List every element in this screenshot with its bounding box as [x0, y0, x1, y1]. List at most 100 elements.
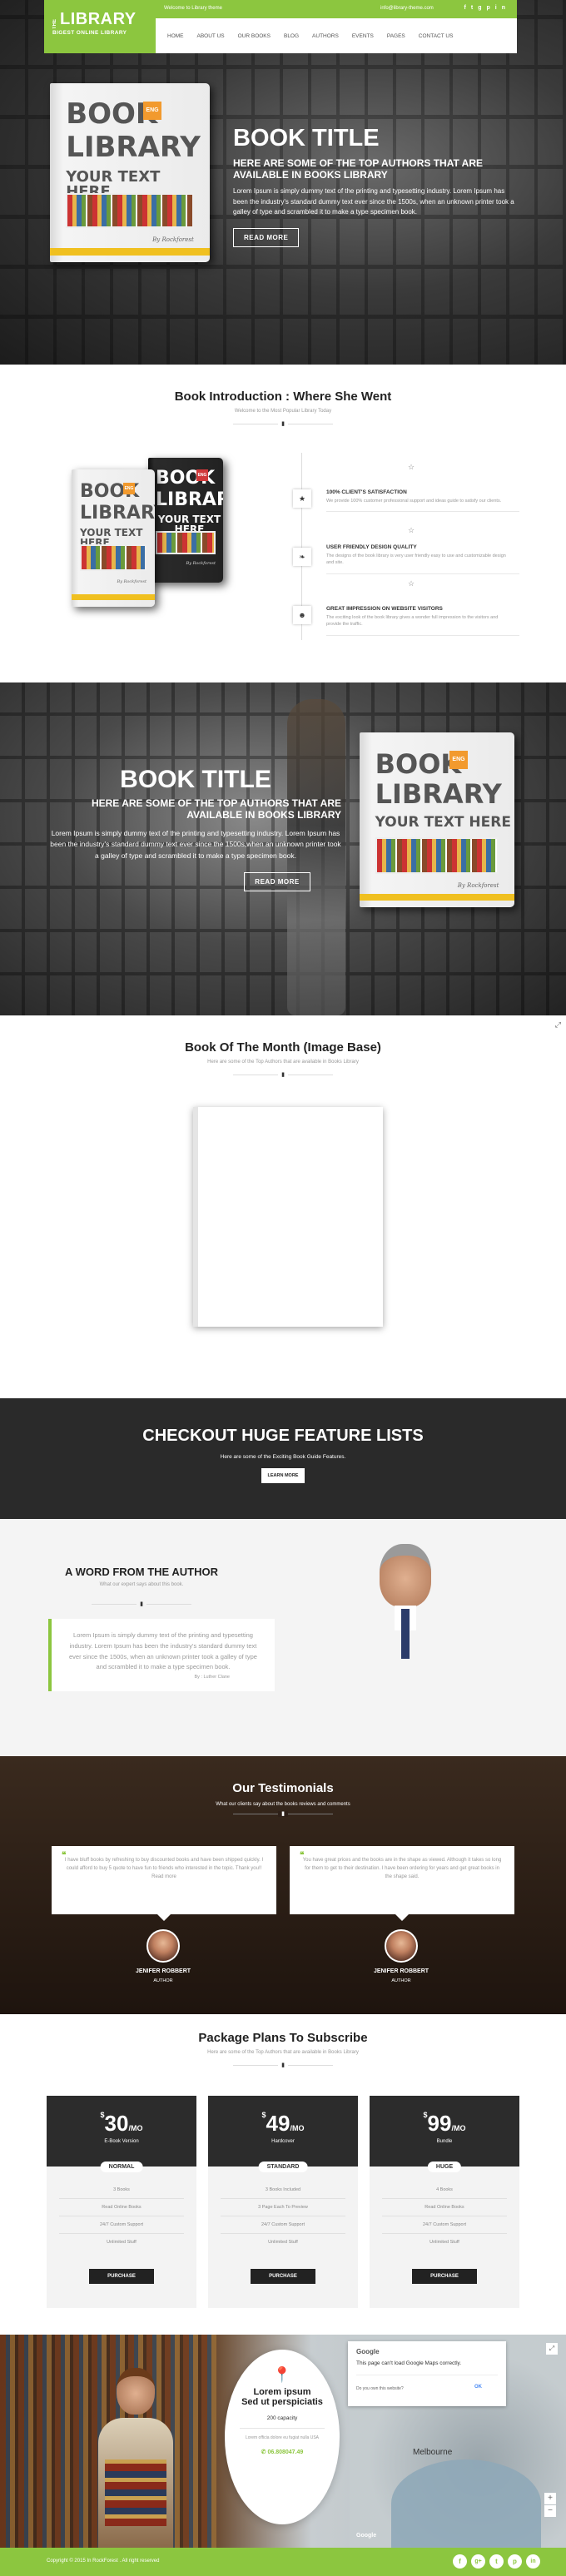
plan-feature: 3 Books [59, 2181, 184, 2199]
nav-home[interactable]: HOME [161, 33, 191, 39]
hero-section: THE LIBRARY BIGEST ONLINE LIBRARY Welcom… [0, 0, 566, 365]
hero2-title: BOOK TITLE [120, 766, 271, 793]
hero-read-more-button[interactable]: READ MORE [233, 228, 300, 248]
intro-book-light: BOOK ENG LIBRARY YOUR TEXT HERE By Rockf… [72, 469, 155, 607]
avatar [146, 1929, 180, 1963]
plans-title: Package Plans To Subscribe [198, 2031, 368, 2045]
book-icon: ▮ [137, 1601, 146, 1607]
month-section: ⤢ Book Of The Month (Image Base) Here ar… [0, 1015, 566, 1398]
logo[interactable]: THE LIBRARY BIGEST ONLINE LIBRARY [44, 0, 156, 53]
nav-blog[interactable]: BLOG [277, 33, 305, 39]
twitter-icon[interactable]: t [489, 2554, 504, 2569]
purchase-button[interactable]: PURCHASE [251, 2269, 315, 2284]
light-book-strip [72, 594, 155, 600]
top-bar: Welcome to Library theme info@library-th… [156, 0, 517, 18]
footer-social: f g+ t p in [453, 2554, 540, 2569]
testimonial-card: ❝ I have bluff books by refreshing to bu… [52, 1846, 276, 1921]
feature-text: We provide 100% customer professional su… [326, 499, 502, 504]
twitter-icon[interactable]: t [471, 5, 478, 11]
hero2-read-more-button[interactable]: READ MORE [244, 871, 310, 891]
plan-amount: 49 [266, 2111, 290, 2136]
learn-more-button[interactable]: LEARN MORE [261, 1468, 305, 1483]
book-word-library: LIBRARY [66, 131, 201, 164]
hero-text: BOOK TITLE HERE ARE SOME OF THE TOP AUTH… [233, 125, 516, 248]
contact-capacity: 200 capacity [266, 2415, 298, 2421]
plan-price: $49/MO [208, 2096, 358, 2137]
linkedin-icon[interactable]: in [495, 5, 510, 11]
hero2-subtitle: HERE ARE SOME OF THE TOP AUTHORS THAT AR… [91, 797, 341, 821]
hero2-text: BOOK TITLE HERE ARE SOME OF THE TOP AUTH… [50, 766, 341, 891]
facebook-icon[interactable]: f [464, 5, 471, 11]
map-fullscreen-icon[interactable]: ⤢ [546, 2343, 558, 2355]
contact-phone[interactable]: ✆ 06.808047.49 [225, 2449, 340, 2455]
author-title: A WORD FROM THE AUTHOR [65, 1566, 218, 1578]
author-subtitle: What our expert says about this book. [99, 1582, 184, 1587]
plan-amount: 99 [427, 2111, 452, 2136]
feature-title: 100% CLIENT'S SATISFACTION [326, 489, 407, 495]
intro-section: Book Introduction : Where She Went Welco… [0, 365, 566, 682]
month-title: Book Of The Month (Image Base) [185, 1040, 381, 1055]
pinterest-icon[interactable]: p [508, 2554, 522, 2569]
testimonial-text: You have great prices and the books are … [302, 1858, 502, 1880]
testimonial-card: ❝ You have great prices and the books ar… [290, 1846, 514, 1921]
logo-the: THE [52, 19, 57, 29]
footer-copyright: Copyright © 2015 In RockForest . All rig… [47, 2559, 160, 2564]
google-plus-icon[interactable]: g+ [471, 2554, 485, 2569]
author-photo [335, 1544, 476, 1756]
plan-amount: 30 [104, 2111, 129, 2136]
book-icon: ▮ [278, 2062, 288, 2068]
email-link[interactable]: info@library-theme.com [380, 6, 434, 11]
hero-title: BOOK TITLE [233, 125, 380, 151]
dark-book-signature: By Rockforest [186, 561, 216, 566]
plan-feature: 24/7 Custom Support [59, 2216, 184, 2234]
book-of-month-image[interactable] [193, 1107, 383, 1327]
plan-tag: HUGE [427, 2162, 462, 2172]
linkedin-icon[interactable]: in [526, 2554, 540, 2569]
month-subtitle: Here are some of the Top Authors that ar… [207, 1060, 359, 1065]
hero-subtitle: HERE ARE SOME OF THE TOP AUTHORS THAT AR… [233, 157, 484, 181]
map-water [391, 2459, 541, 2548]
hero2-book-shelf [375, 837, 499, 874]
social-icons: ftgpin [464, 5, 510, 11]
author-quote: Lorem Ipsum is simply dummy text of the … [69, 1631, 257, 1671]
section-divider: ▮ [233, 2062, 333, 2068]
google-plus-icon[interactable]: g [478, 5, 486, 11]
map-ok-button[interactable]: OK [474, 2385, 482, 2390]
testimonial-text: I have bluff books by refreshing to buy … [64, 1858, 264, 1880]
nav-authors[interactable]: AUTHORS [305, 33, 345, 39]
plan-label: Bundle [436, 2139, 453, 2144]
plan-feature: 24/7 Custom Support [221, 2216, 345, 2234]
plan-period: /MO [128, 2124, 143, 2132]
star-icon: ☆ [408, 463, 415, 471]
dark-book-library: LIBRARY [156, 489, 223, 510]
quote-icon: ❝ [300, 1851, 305, 1860]
dark-book-badge: ENG [196, 469, 208, 481]
map-city-label: Melbourne [413, 2448, 453, 2457]
purchase-button[interactable]: PURCHASE [89, 2269, 154, 2284]
plan-label: Hardcover [271, 2139, 295, 2144]
hero2-book-badge: ENG [449, 751, 468, 769]
author-quote-box: Lorem Ipsum is simply dummy text of the … [48, 1619, 275, 1691]
map-zoom-in-button[interactable]: + [544, 2493, 556, 2504]
map-zoom-out-button[interactable]: − [544, 2505, 556, 2517]
pinterest-icon[interactable]: p [486, 5, 494, 11]
book-signature: By Rockforest [152, 236, 194, 243]
testimonials-subtitle: What our clients say about the books rev… [216, 1802, 350, 1807]
purchase-button[interactable]: PURCHASE [412, 2269, 477, 2284]
plan-label: E-Book Version [104, 2139, 139, 2144]
map-question[interactable]: Do you own this website? [356, 2386, 404, 2391]
testimonial-name: JENIFER ROBBERT [373, 1968, 429, 1974]
plan-feature: 3 Books Included [221, 2181, 345, 2199]
nav-books[interactable]: OUR BOOKS [231, 33, 277, 39]
fullscreen-icon[interactable]: ⤢ [555, 1020, 561, 1030]
facebook-icon[interactable]: f [453, 2554, 467, 2569]
nav-pages[interactable]: PAGES [380, 33, 412, 39]
nav-contact[interactable]: CONTACT US [412, 33, 460, 39]
logo-tagline: BIGEST ONLINE LIBRARY [52, 30, 127, 36]
hero2-book-signature: By Rockforest [457, 882, 499, 889]
nav-events[interactable]: EVENTS [345, 33, 380, 39]
plan-price: $30/MO [47, 2096, 196, 2137]
nav-about[interactable]: ABOUT US [191, 33, 231, 39]
contact-card: 📍 Lorem ipsum Sed ut perspiciatis 200 ca… [225, 2350, 340, 2524]
plan-feature: 3 Page Each To Preview [221, 2199, 345, 2216]
